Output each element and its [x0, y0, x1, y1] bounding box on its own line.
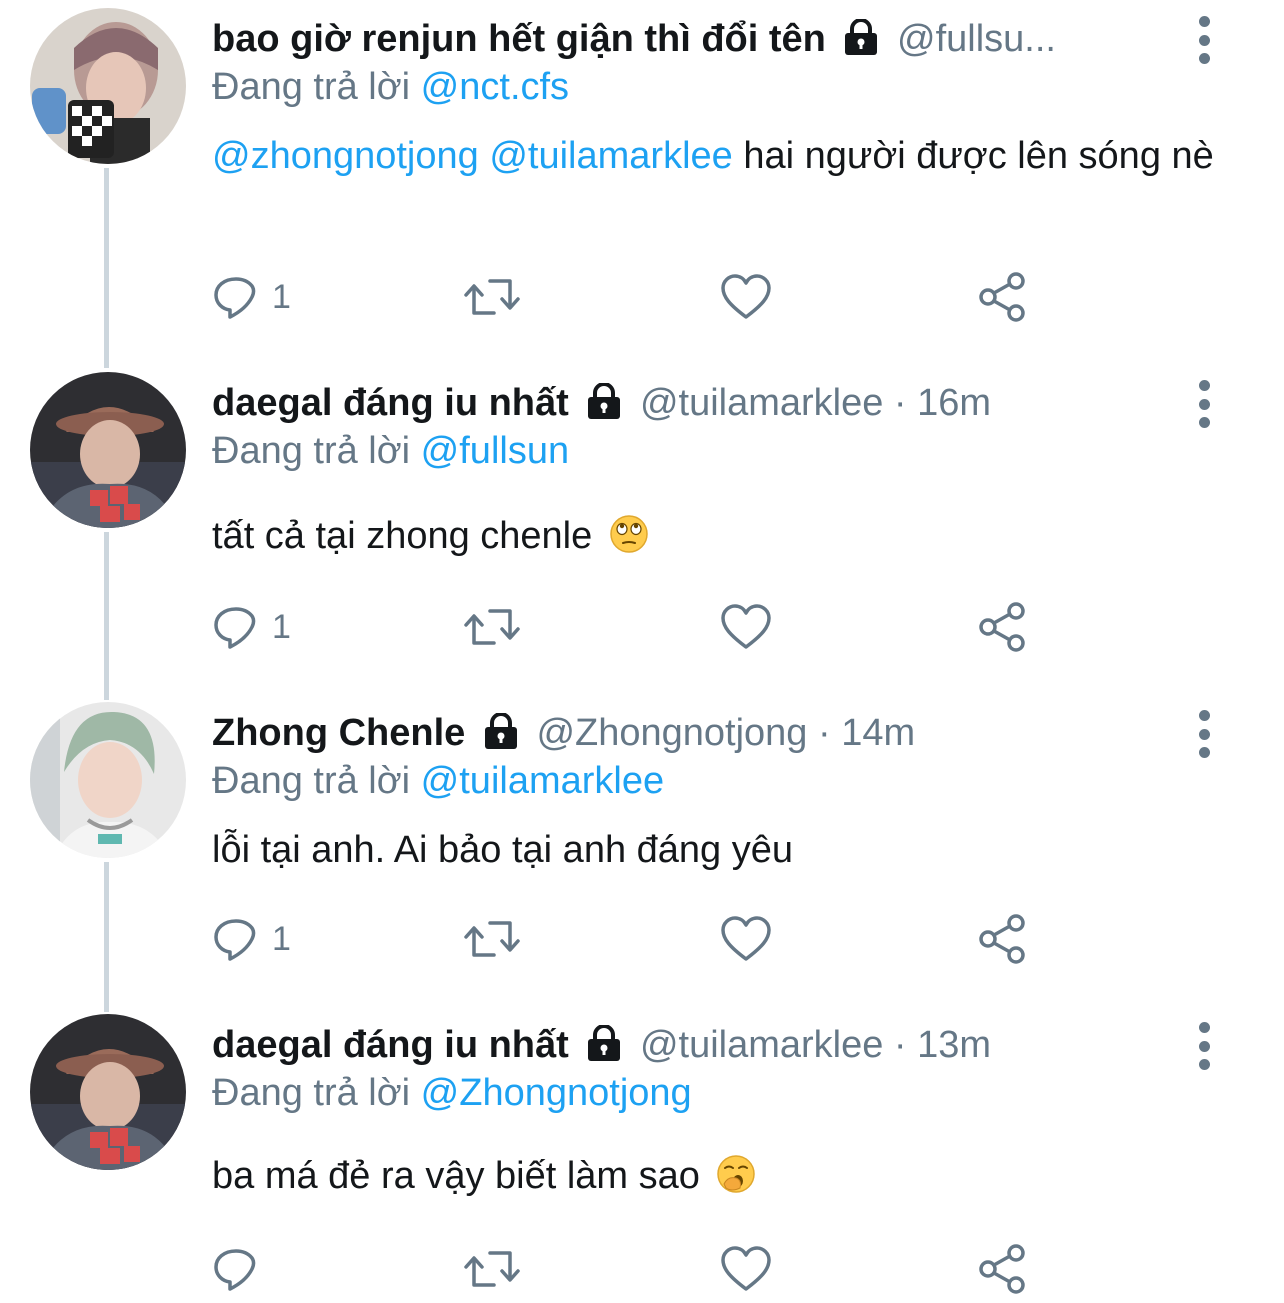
- tweet-header: daegal đáng iu nhất @tuilamarklee · 16m: [212, 380, 1174, 430]
- retweet-icon: [464, 609, 520, 645]
- tweet[interactable]: daegal đáng iu nhất @tuilamarklee · 16m …: [0, 372, 1284, 682]
- share-icon: [979, 1244, 1025, 1294]
- heart-icon: [721, 1246, 771, 1291]
- lock-icon: [842, 18, 880, 66]
- reply-mention-link[interactable]: @tuilamarklee: [421, 760, 664, 802]
- display-name[interactable]: daegal đáng iu nhất: [212, 382, 569, 424]
- more-options-icon[interactable]: [1194, 16, 1214, 64]
- yawning-emoji: [716, 1154, 756, 1208]
- share-icon: [979, 602, 1025, 652]
- display-name[interactable]: Zhong Chenle: [212, 712, 465, 754]
- tweet[interactable]: Zhong Chenle @Zhongnotjong · 14m Đang tr…: [0, 702, 1284, 1002]
- reply-count: 1: [272, 607, 291, 646]
- tweet-body: lỗi tại anh. Ai bảo tại anh đáng yêu: [212, 829, 794, 871]
- tweet-actions: 1: [212, 602, 1072, 652]
- tweet-text: lỗi tại anh. Ai bảo tại anh đáng yêu: [212, 824, 1214, 876]
- retweet-icon: [464, 279, 520, 315]
- reply-button[interactable]: 1: [212, 272, 291, 322]
- retweet-button[interactable]: [464, 602, 520, 652]
- reply-prefix: Đang trả lời: [212, 760, 411, 802]
- lock-icon: [585, 1024, 623, 1072]
- reply-mention-link[interactable]: @fullsun: [421, 430, 569, 472]
- reply-mention-link[interactable]: @Zhongnotjong: [421, 1072, 692, 1114]
- retweet-button[interactable]: [464, 1244, 520, 1294]
- retweet-button[interactable]: [464, 914, 520, 964]
- retweet-icon: [464, 1251, 520, 1287]
- tweet-header: Zhong Chenle @Zhongnotjong · 14m: [212, 710, 1174, 760]
- reply-button[interactable]: [212, 1244, 272, 1294]
- share-icon: [979, 272, 1025, 322]
- reply-prefix: Đang trả lời: [212, 1072, 411, 1114]
- share-button[interactable]: [976, 914, 1028, 964]
- handle[interactable]: @Zhongnotjong · 14m: [536, 712, 915, 754]
- reply-count: 1: [272, 277, 291, 316]
- like-button[interactable]: [720, 602, 772, 652]
- avatar[interactable]: [30, 702, 186, 858]
- reply-prefix: Đang trả lời: [212, 430, 411, 472]
- avatar[interactable]: [30, 1014, 186, 1170]
- tweet-header: bao giờ renjun hết giận thì đổi tên @ful…: [212, 16, 1174, 66]
- reply-icon: [214, 607, 256, 649]
- reply-count: 1: [272, 919, 291, 958]
- tweet-body: tất cả tại zhong chenle: [212, 515, 593, 557]
- tweet-actions: 1: [212, 272, 1072, 322]
- heart-icon: [721, 274, 771, 319]
- reply-prefix: Đang trả lời: [212, 66, 411, 108]
- reply-context: Đang trả lời @nct.cfs: [212, 64, 569, 110]
- retweet-button[interactable]: [464, 272, 520, 322]
- reply-button[interactable]: 1: [212, 602, 291, 652]
- avatar[interactable]: [30, 372, 186, 528]
- like-button[interactable]: [720, 1244, 772, 1294]
- tweet[interactable]: daegal đáng iu nhất @tuilamarklee · 13m …: [0, 1014, 1284, 1303]
- reply-button[interactable]: 1: [212, 914, 291, 964]
- like-button[interactable]: [720, 914, 772, 964]
- avatar[interactable]: [30, 8, 186, 164]
- tweet-actions: [212, 1244, 1072, 1294]
- tweet-body: ba má đẻ ra vậy biết làm sao: [212, 1155, 700, 1197]
- lock-icon: [482, 712, 520, 760]
- tweet[interactable]: bao giờ renjun hết giận thì đổi tên @ful…: [0, 0, 1284, 360]
- display-name[interactable]: bao giờ renjun hết giận thì đổi tên: [212, 18, 826, 60]
- handle[interactable]: @tuilamarklee · 16m: [640, 382, 991, 424]
- share-button[interactable]: [976, 1244, 1028, 1294]
- tweet-text: @zhongnotjong @tuilamarklee hai người đư…: [212, 130, 1214, 182]
- share-button[interactable]: [976, 602, 1028, 652]
- tweet-actions: 1: [212, 914, 1072, 964]
- reply-mention-link[interactable]: @nct.cfs: [421, 66, 569, 108]
- reply-icon: [214, 277, 256, 319]
- heart-icon: [721, 916, 771, 961]
- reply-icon: [214, 1249, 256, 1291]
- handle[interactable]: @fullsu...: [897, 18, 1056, 60]
- share-button[interactable]: [976, 272, 1028, 322]
- eye-roll-emoji: [609, 514, 649, 568]
- tweet-text: tất cả tại zhong chenle: [212, 510, 1214, 568]
- mention-link[interactable]: @tuilamarklee: [489, 135, 732, 177]
- reply-context: Đang trả lời @Zhongnotjong: [212, 1070, 692, 1116]
- mention-link[interactable]: @zhongnotjong: [212, 135, 479, 177]
- tweet-text: ba má đẻ ra vậy biết làm sao: [212, 1150, 1214, 1208]
- more-options-icon[interactable]: [1194, 710, 1214, 758]
- reply-context: Đang trả lời @fullsun: [212, 428, 569, 474]
- like-button[interactable]: [720, 272, 772, 322]
- more-options-icon[interactable]: [1194, 380, 1214, 428]
- tweet-body: hai người được lên sóng nè: [743, 135, 1214, 177]
- handle[interactable]: @tuilamarklee · 13m: [640, 1024, 991, 1066]
- reply-context: Đang trả lời @tuilamarklee: [212, 758, 664, 804]
- heart-icon: [721, 604, 771, 649]
- more-options-icon[interactable]: [1194, 1022, 1214, 1070]
- tweet-header: daegal đáng iu nhất @tuilamarklee · 13m: [212, 1022, 1174, 1072]
- share-icon: [979, 914, 1025, 964]
- retweet-icon: [464, 921, 520, 957]
- lock-icon: [585, 382, 623, 430]
- display-name[interactable]: daegal đáng iu nhất: [212, 1024, 569, 1066]
- reply-icon: [214, 919, 256, 961]
